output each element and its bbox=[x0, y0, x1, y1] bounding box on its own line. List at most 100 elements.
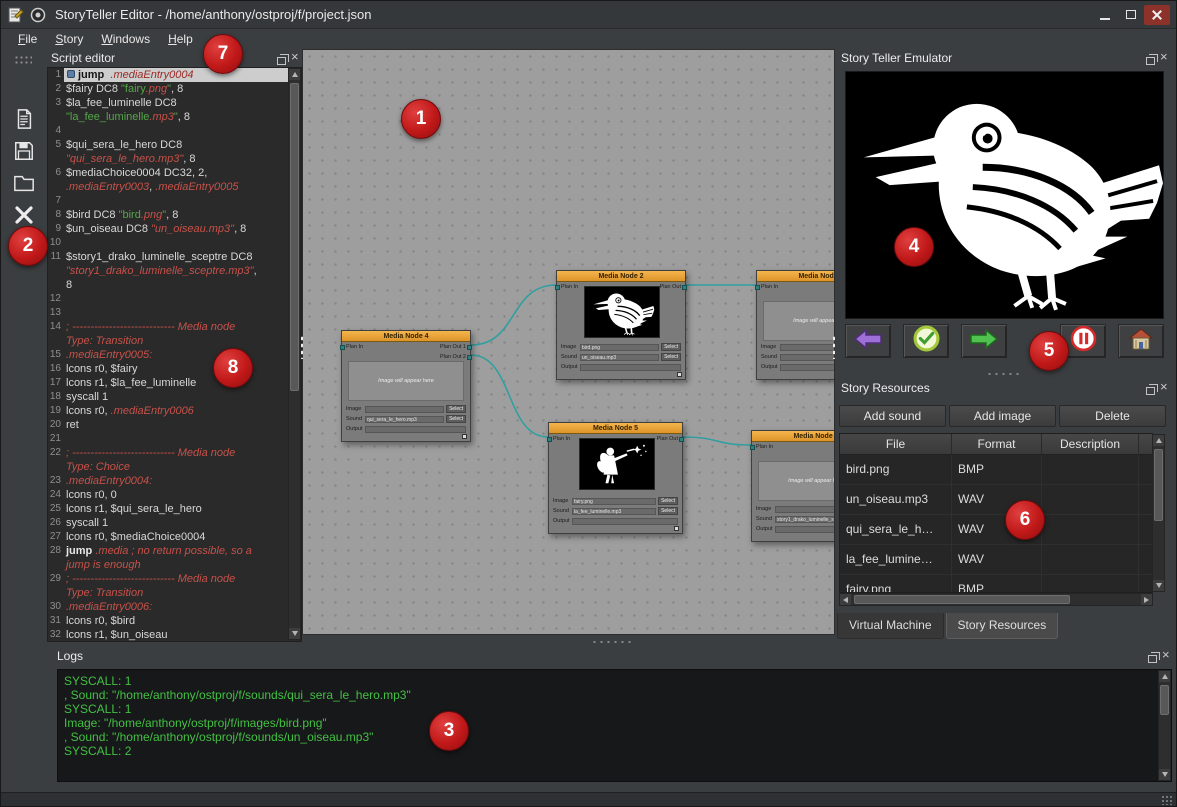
resize-grip[interactable] bbox=[1161, 795, 1173, 805]
input-port[interactable] bbox=[555, 285, 560, 290]
close-button[interactable] bbox=[1144, 5, 1170, 25]
output-port[interactable] bbox=[679, 437, 684, 442]
splitter-handle[interactable] bbox=[986, 372, 1020, 376]
tab-story-resources[interactable]: Story Resources bbox=[946, 613, 1059, 639]
input-port[interactable] bbox=[750, 445, 755, 450]
select-button[interactable]: Select bbox=[446, 405, 466, 413]
input-port[interactable] bbox=[547, 437, 552, 442]
resources-float-button[interactable] bbox=[1146, 385, 1155, 397]
media-node[interactable]: Media Node 5Plan InPlan Out Imagefairy.p… bbox=[548, 422, 683, 534]
floppy-icon bbox=[13, 140, 35, 167]
line-number: 4 bbox=[48, 124, 64, 138]
field-value[interactable] bbox=[572, 518, 678, 525]
script-editor[interactable]: 1jump .mediaEntry00042$fairy DC8 "fairy.… bbox=[47, 67, 302, 642]
menu-item-help[interactable]: Help bbox=[159, 30, 202, 49]
field-value[interactable]: la_fee_luminelle.mp3 bbox=[572, 508, 656, 515]
splitter-handle[interactable] bbox=[832, 335, 836, 359]
table-scrollbar-horizontal[interactable] bbox=[839, 593, 1153, 606]
home-button[interactable] bbox=[1118, 324, 1164, 358]
scrollbar-thumb[interactable] bbox=[1160, 685, 1169, 715]
node-checkbox[interactable] bbox=[462, 434, 467, 439]
table-row[interactable]: un_oiseau.mp3WAV bbox=[840, 485, 1152, 515]
scroll-down-arrow[interactable] bbox=[1159, 769, 1170, 780]
menu-item-story[interactable]: Story bbox=[46, 30, 92, 49]
input-port[interactable] bbox=[755, 285, 760, 290]
field-value[interactable] bbox=[775, 526, 835, 533]
table-row[interactable]: bird.pngBMP bbox=[840, 455, 1152, 485]
save-button[interactable] bbox=[9, 139, 39, 167]
input-port[interactable] bbox=[340, 345, 345, 350]
script-editor-close-button[interactable]: × bbox=[291, 51, 299, 63]
scroll-up-arrow[interactable] bbox=[1153, 435, 1164, 446]
scroll-right-arrow[interactable] bbox=[1141, 594, 1152, 605]
emulator-float-button[interactable] bbox=[1146, 55, 1155, 67]
table-scrollbar-vertical[interactable] bbox=[1152, 434, 1165, 592]
output-port[interactable] bbox=[682, 285, 687, 290]
scrollbar-thumb[interactable] bbox=[290, 83, 299, 391]
add-sound-button[interactable]: Add sound bbox=[839, 405, 946, 427]
validate-button[interactable] bbox=[903, 324, 949, 358]
scroll-left-arrow[interactable] bbox=[840, 594, 851, 605]
minimize-button[interactable] bbox=[1092, 5, 1118, 25]
logs-scrollbar[interactable] bbox=[1158, 670, 1171, 781]
scroll-up-arrow[interactable] bbox=[1159, 671, 1170, 682]
resource-table[interactable]: FileFormatDescription bird.pngBMPun_oise… bbox=[839, 433, 1153, 593]
select-button[interactable]: Select bbox=[658, 497, 678, 505]
splitter-handle[interactable] bbox=[300, 335, 304, 359]
table-row[interactable]: la_fee_lumine…WAV bbox=[840, 545, 1152, 575]
maximize-button[interactable] bbox=[1118, 5, 1144, 25]
output-port[interactable] bbox=[467, 355, 472, 360]
field-value[interactable] bbox=[365, 406, 444, 413]
menu-item-windows[interactable]: Windows bbox=[92, 30, 159, 49]
select-button[interactable]: Select bbox=[661, 343, 681, 351]
logs-close-button[interactable]: × bbox=[1162, 649, 1170, 661]
scroll-down-arrow[interactable] bbox=[289, 628, 300, 639]
previous-button[interactable] bbox=[845, 324, 891, 358]
code-line: 10 bbox=[48, 236, 301, 250]
field-value[interactable] bbox=[780, 344, 835, 351]
node-checkbox[interactable] bbox=[674, 526, 679, 531]
field-value[interactable]: un_oiseau.mp3 bbox=[580, 354, 659, 361]
field-value[interactable] bbox=[780, 354, 835, 361]
media-node[interactable]: Media Node 3Plan InImage will appear her… bbox=[756, 270, 835, 380]
node-canvas[interactable]: Media Node 4Plan InPlan Out 1Plan Out 2I… bbox=[302, 49, 835, 635]
field-value[interactable] bbox=[780, 364, 835, 371]
new-script-button[interactable] bbox=[9, 107, 39, 135]
field-value[interactable] bbox=[775, 506, 835, 513]
field-value[interactable]: story1_drako_luminelle_sceptre.mp3 bbox=[775, 516, 835, 523]
field-value[interactable]: bird.png bbox=[580, 344, 659, 351]
node-checkbox[interactable] bbox=[677, 372, 682, 377]
add-image-button[interactable]: Add image bbox=[949, 405, 1056, 427]
media-node-title: Media Node 2 bbox=[557, 271, 685, 282]
next-button[interactable] bbox=[961, 324, 1007, 358]
field-value[interactable]: qui_sera_le_hero.mp3 bbox=[365, 416, 444, 423]
menu-item-file[interactable]: File bbox=[9, 30, 46, 49]
annotation-marker-7: 7 bbox=[203, 34, 243, 74]
script-editor-float-button[interactable] bbox=[277, 55, 286, 67]
select-button[interactable]: Select bbox=[658, 507, 678, 515]
field-value[interactable]: fairy.png bbox=[572, 498, 656, 505]
table-row[interactable]: fairy.pngBMP bbox=[840, 575, 1152, 593]
toolbar-handle[interactable] bbox=[14, 55, 32, 65]
resources-close-button[interactable]: × bbox=[1160, 381, 1168, 393]
scrollbar-thumb[interactable] bbox=[854, 595, 1070, 604]
media-node[interactable]: Media Node 2Plan InPlan Out Imagebird.pn… bbox=[556, 270, 686, 380]
select-button[interactable]: Select bbox=[446, 415, 466, 423]
splitter-handle[interactable] bbox=[591, 640, 631, 644]
field-value[interactable] bbox=[365, 426, 466, 433]
logs-float-button[interactable] bbox=[1148, 653, 1157, 665]
emulator-close-button[interactable]: × bbox=[1160, 51, 1168, 63]
scroll-up-arrow[interactable] bbox=[289, 69, 300, 80]
scroll-down-arrow[interactable] bbox=[1153, 580, 1164, 591]
table-row[interactable]: qui_sera_le_h…WAV bbox=[840, 515, 1152, 545]
select-button[interactable]: Select bbox=[661, 353, 681, 361]
tab-virtual-machine[interactable]: Virtual Machine bbox=[837, 613, 944, 639]
output-port[interactable] bbox=[467, 345, 472, 350]
field-value[interactable] bbox=[580, 364, 681, 371]
delete-button[interactable]: Delete bbox=[1059, 405, 1166, 427]
scrollbar-thumb[interactable] bbox=[1154, 449, 1163, 521]
media-node[interactable]: Media Node 6Plan InImage will appear her… bbox=[751, 430, 835, 542]
open-button[interactable] bbox=[9, 171, 39, 199]
media-node[interactable]: Media Node 4Plan InPlan Out 1Plan Out 2I… bbox=[341, 330, 471, 442]
line-number: 16 bbox=[48, 362, 64, 376]
